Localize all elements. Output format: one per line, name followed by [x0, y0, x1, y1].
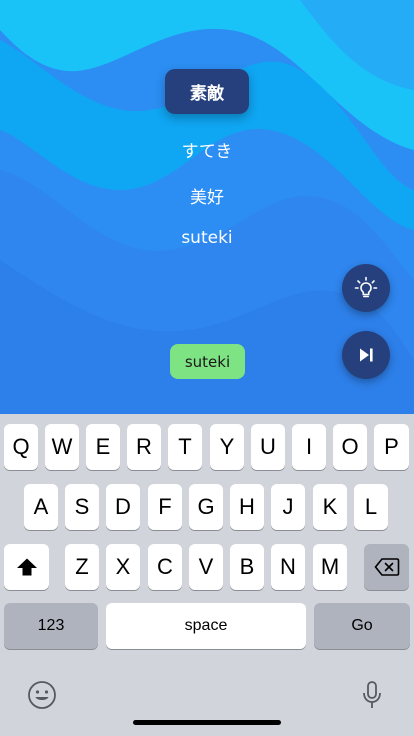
- meaning-text: 美好: [190, 188, 224, 208]
- key-h[interactable]: H: [230, 484, 264, 530]
- keyboard: Q W E R T Y U I O P A S D F G H J K L Z …: [0, 414, 414, 736]
- key-e[interactable]: E: [86, 424, 120, 470]
- key-g[interactable]: G: [189, 484, 223, 530]
- go-key[interactable]: Go: [314, 603, 410, 649]
- key-d[interactable]: D: [106, 484, 140, 530]
- numbers-key[interactable]: 123: [4, 603, 98, 649]
- key-z[interactable]: Z: [65, 544, 99, 590]
- dictation-button[interactable]: [357, 679, 387, 711]
- key-m[interactable]: M: [313, 544, 347, 590]
- space-key[interactable]: space: [106, 603, 306, 649]
- key-l[interactable]: L: [354, 484, 388, 530]
- answer-text: suteki: [184, 352, 231, 371]
- key-w[interactable]: W: [45, 424, 79, 470]
- key-j[interactable]: J: [271, 484, 305, 530]
- key-s[interactable]: S: [65, 484, 99, 530]
- word-text: 素敵: [190, 84, 224, 104]
- lightbulb-icon: [354, 276, 378, 298]
- key-a[interactable]: A: [24, 484, 58, 530]
- key-i[interactable]: I: [292, 424, 326, 470]
- key-q[interactable]: Q: [4, 424, 38, 470]
- key-u[interactable]: U: [251, 424, 285, 470]
- romaji-text: suteki: [181, 228, 233, 248]
- answer-chip[interactable]: suteki: [170, 344, 245, 379]
- key-o[interactable]: O: [333, 424, 367, 470]
- key-f[interactable]: F: [148, 484, 182, 530]
- microphone-icon: [363, 681, 381, 708]
- next-button[interactable]: [342, 331, 390, 379]
- home-indicator: [133, 720, 281, 725]
- skip-forward-icon: [360, 348, 373, 362]
- emoji-button[interactable]: [26, 679, 58, 711]
- key-n[interactable]: N: [271, 544, 305, 590]
- key-p[interactable]: P: [374, 424, 409, 470]
- key-v[interactable]: V: [189, 544, 223, 590]
- key-y[interactable]: Y: [210, 424, 244, 470]
- emoji-icon: [28, 681, 56, 709]
- word-card: 素敵: [165, 69, 249, 114]
- key-r[interactable]: R: [127, 424, 161, 470]
- key-c[interactable]: C: [148, 544, 182, 590]
- key-k[interactable]: K: [313, 484, 347, 530]
- reading-text: すてき: [181, 142, 233, 162]
- quiz-stage: 素敵 すてき 美好 suteki suteki: [0, 0, 414, 414]
- backspace-icon: [374, 558, 399, 576]
- shift-arrow-icon: [16, 558, 37, 576]
- hint-button[interactable]: [342, 264, 390, 312]
- key-b[interactable]: B: [230, 544, 264, 590]
- key-x[interactable]: X: [106, 544, 140, 590]
- key-t[interactable]: T: [168, 424, 202, 470]
- shift-key[interactable]: [4, 544, 49, 590]
- delete-key[interactable]: [364, 544, 409, 590]
